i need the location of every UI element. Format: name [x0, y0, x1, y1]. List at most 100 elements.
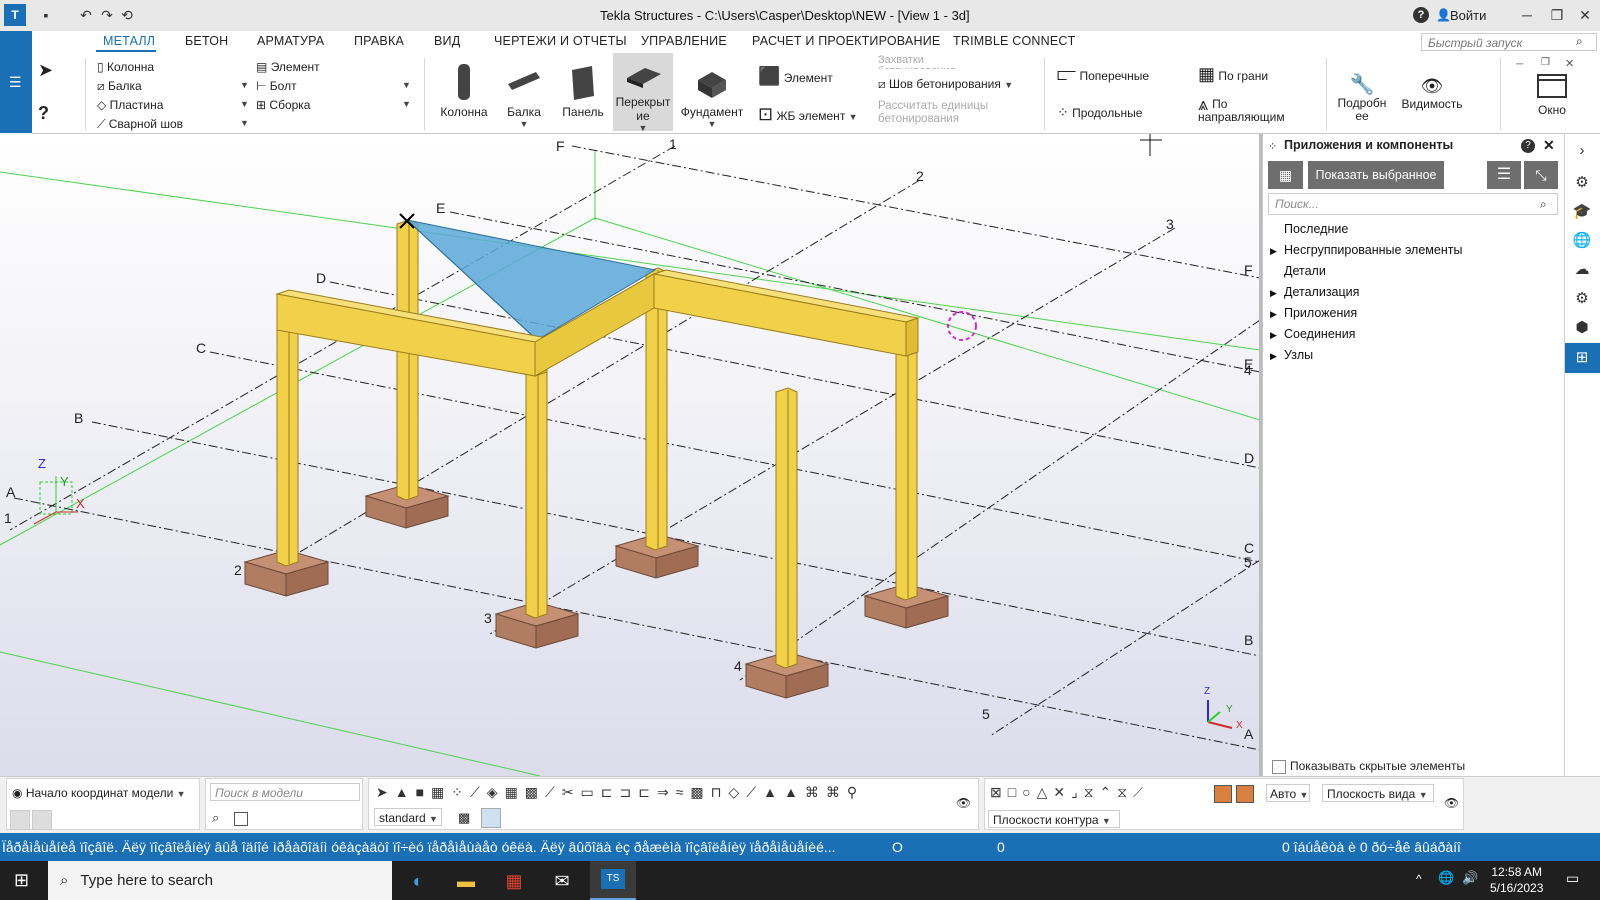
- column[interactable]: [525, 339, 548, 619]
- expand-arrow-icon[interactable]: ▶: [1270, 288, 1284, 299]
- clock[interactable]: 12:58 AM 5/16/2023: [1490, 864, 1543, 896]
- tab-edit[interactable]: ПРАВКА: [354, 34, 404, 48]
- login-button[interactable]: Войти: [1450, 8, 1486, 23]
- snap-override-icon[interactable]: [1214, 785, 1232, 803]
- history-icon[interactable]: ⟲: [118, 6, 136, 24]
- expand-arrow-icon[interactable]: ▶: [1270, 330, 1284, 341]
- tab-view[interactable]: ВИД: [434, 34, 460, 48]
- assembly-button[interactable]: ⊞ Сборка: [256, 96, 320, 115]
- collapse-button[interactable]: ⤡: [1524, 161, 1558, 189]
- chevron-down-icon[interactable]: ▼: [402, 80, 411, 90]
- concrete-element-button[interactable]: ⬛ Элемент: [758, 66, 833, 87]
- column[interactable]: [396, 219, 419, 501]
- show-hidden-checkbox[interactable]: [1272, 760, 1286, 774]
- globe-icon[interactable]: 🌐: [1572, 231, 1592, 251]
- model-search-input[interactable]: Поиск в модели: [210, 783, 360, 801]
- ribbon-minimize-icon[interactable]: ─: [1516, 59, 1523, 70]
- save-icon[interactable]: ▪: [37, 6, 55, 24]
- expand-arrow-icon[interactable]: ▶: [1270, 351, 1284, 362]
- learning-icon[interactable]: 🎓: [1572, 202, 1592, 222]
- window-button[interactable]: Окно: [1520, 72, 1584, 117]
- eye-icon[interactable]: 👁: [1444, 796, 1459, 810]
- concrete-beam-button[interactable]: Балка ▼: [498, 62, 550, 129]
- cloud-icon[interactable]: ☁: [1572, 260, 1592, 280]
- mail-icon[interactable]: ✉: [542, 866, 582, 896]
- network-icon[interactable]: 🌐: [1438, 870, 1454, 886]
- cast-unit-button[interactable]: ⊡ ЖБ элемент ▼: [758, 104, 858, 125]
- tab-steel[interactable]: МЕТАЛЛ: [103, 34, 155, 48]
- tree-item[interactable]: ▶ Узлы: [1270, 348, 1313, 362]
- model-canvas[interactable]: [0, 134, 1260, 776]
- column[interactable]: [895, 315, 918, 601]
- select-parts-icon[interactable]: [481, 808, 501, 828]
- grid-view-button[interactable]: ▦: [1268, 161, 1303, 189]
- taskbar-search[interactable]: ⌕ Type here to search: [48, 861, 392, 900]
- model-view-3d[interactable]: F E D C B A F E D C B A 1 2 3 1 2 3 4 5 …: [0, 134, 1260, 776]
- auto-dropdown[interactable]: Авто ▼: [1266, 784, 1310, 802]
- contour-planes-dropdown[interactable]: Плоскости контура ▼: [988, 810, 1120, 828]
- concrete-column-button[interactable]: Колонна: [434, 62, 494, 119]
- pour-break-button[interactable]: ⧄ Шов бетонирования ▼: [878, 77, 1013, 92]
- by-face-button[interactable]: ▦ По грани: [1198, 64, 1268, 85]
- edge-icon[interactable]: ◐: [398, 866, 438, 896]
- chevron-down-icon[interactable]: ▼: [240, 118, 249, 128]
- tree-item[interactable]: ▶ Приложения: [1270, 306, 1357, 320]
- windows-start-icon[interactable]: ⊞: [14, 870, 29, 891]
- settings-icon[interactable]: ⚙: [1572, 289, 1592, 309]
- weld-button[interactable]: ⟋ Сварной шов: [97, 115, 183, 134]
- volume-icon[interactable]: 🔊: [1462, 870, 1478, 886]
- applications-icon[interactable]: ⊞: [1572, 348, 1592, 368]
- file-explorer-icon[interactable]: ▬: [446, 866, 486, 896]
- steel-column-button[interactable]: ▯ Колонна: [97, 58, 183, 77]
- store-icon[interactable]: ▦: [494, 866, 534, 896]
- panel-button[interactable]: Панель: [557, 62, 609, 119]
- view-plane-dropdown[interactable]: Плоскость вида ▼: [1322, 784, 1434, 802]
- delete-icon[interactable]: [32, 810, 52, 830]
- filter-icon[interactable]: ▩: [458, 810, 470, 826]
- tekla-logo-icon[interactable]: T: [4, 4, 26, 26]
- tab-concrete[interactable]: БЕТОН: [185, 34, 228, 48]
- origin-dropdown[interactable]: ◉ Начало координат модели ▼: [12, 786, 186, 800]
- ribbon-restore-icon[interactable]: ❐: [1541, 57, 1550, 68]
- expand-arrow-icon[interactable]: ▶: [1270, 309, 1284, 320]
- steel-beam-button[interactable]: ⧄ Балка: [97, 77, 183, 96]
- quick-launch-input[interactable]: Быстрый запуск: [1421, 33, 1597, 51]
- add-icon[interactable]: [10, 810, 30, 830]
- element-button[interactable]: ▤ Элемент: [256, 58, 320, 77]
- column[interactable]: [276, 293, 299, 567]
- snap-plane-icon[interactable]: [1236, 785, 1254, 803]
- close-icon[interactable]: ✕: [1573, 5, 1597, 25]
- hamburger-icon[interactable]: ☰: [9, 74, 22, 91]
- tab-drawings[interactable]: ЧЕРТЕЖИ И ОТЧЕТЫ: [494, 34, 627, 48]
- longitudinal-button[interactable]: ⁘ Продольные: [1057, 104, 1142, 121]
- menu-button[interactable]: ☰: [1487, 161, 1521, 189]
- steel-plate-button[interactable]: ◇ Пластина: [97, 96, 183, 115]
- tab-analysis[interactable]: РАСЧЕТ И ПРОЕКТИРОВАНИЕ: [752, 34, 940, 48]
- footing-button[interactable]: Фундамент ▼: [680, 62, 744, 129]
- tab-trimble[interactable]: TRIMBLE CONNECT: [953, 34, 1075, 48]
- select-arrow-icon[interactable]: ➤: [38, 60, 53, 81]
- expand-arrow-icon[interactable]: ▶: [1270, 246, 1284, 257]
- tree-item[interactable]: Последние: [1270, 222, 1348, 236]
- chevron-right-icon[interactable]: ›: [1572, 141, 1592, 161]
- filter-dropdown[interactable]: standard ▼: [374, 808, 442, 826]
- by-guideline-button[interactable]: ⩓ По направляющим: [1198, 95, 1308, 124]
- help-icon[interactable]: ?: [1521, 139, 1535, 153]
- inquire-icon[interactable]: ?: [38, 103, 49, 124]
- chevron-down-icon[interactable]: ▼: [402, 99, 411, 109]
- visibility-button[interactable]: 👁 Видимость: [1400, 76, 1464, 111]
- ribbon-close-icon[interactable]: ✕: [1565, 57, 1574, 70]
- tree-item[interactable]: Детали: [1270, 264, 1326, 278]
- slab-button[interactable]: Перекрыт ие ▼: [613, 62, 673, 133]
- search-icon[interactable]: ⌕: [212, 810, 219, 826]
- tab-rebar[interactable]: АРМАТУРА: [257, 34, 324, 48]
- notifications-icon[interactable]: ▭: [1566, 870, 1579, 887]
- snap-switch-icons[interactable]: ⊠□○△✕⌟⧖⌃⧖⟋: [990, 784, 1149, 801]
- selection-switch-icons[interactable]: ➤▲■▦⁘⟋◈▦▩⟋✂▭⊏⊐⊏⇒≈▩⊓◇⟋▲▲⌘⌘⚲: [376, 784, 864, 801]
- undo-icon[interactable]: ↶: [77, 6, 95, 24]
- tree-item[interactable]: ▶ Детализация: [1270, 285, 1359, 299]
- tekla-taskbar-app[interactable]: TS: [590, 861, 636, 900]
- stirrups-button[interactable]: ⫍ Поперечные: [1057, 64, 1149, 85]
- tree-item[interactable]: ▶ Несгруппированные элементы: [1270, 243, 1462, 257]
- chevron-down-icon[interactable]: ▼: [240, 80, 249, 90]
